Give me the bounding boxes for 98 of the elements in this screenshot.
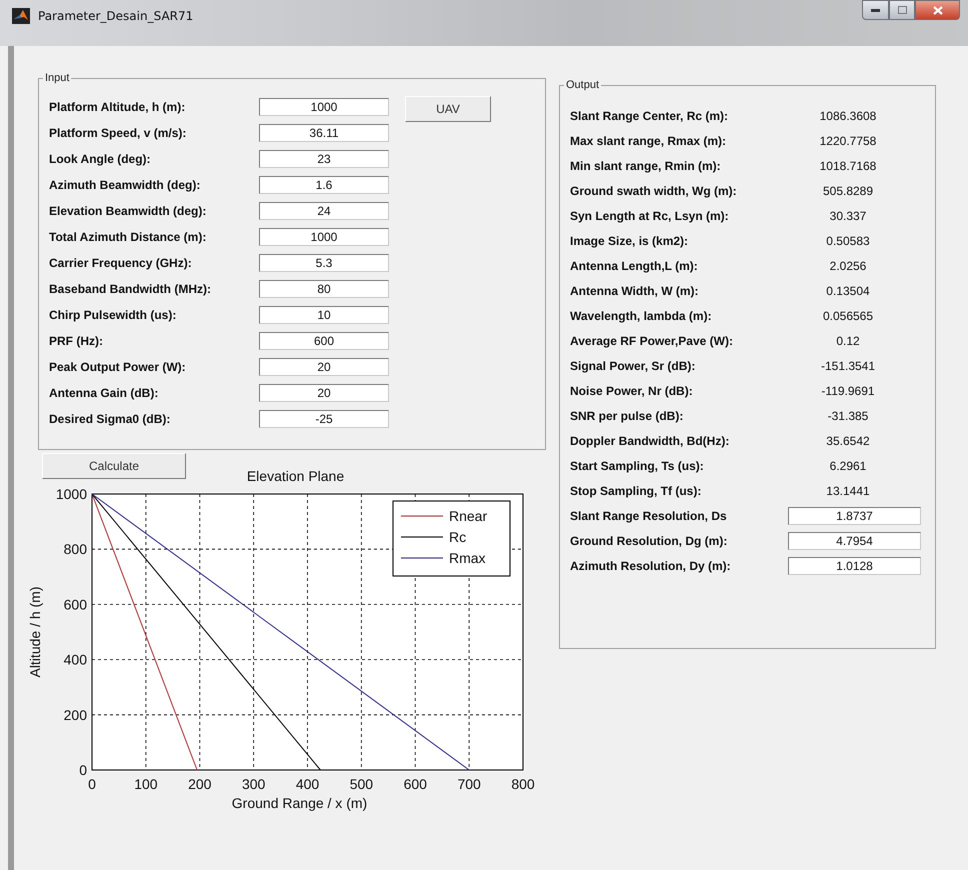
axis-tick-label: 200 — [188, 776, 212, 792]
field-label: Carrier Frequency (GHz): — [49, 256, 193, 270]
input-field[interactable]: 600 — [259, 332, 389, 350]
axis-tick-label: 800 — [511, 776, 535, 792]
input-field[interactable]: -25 — [259, 410, 389, 428]
input-field[interactable]: 5.3 — [259, 254, 389, 272]
result-value: 1018.7168 — [818, 158, 878, 172]
input-field[interactable]: 20 — [259, 358, 389, 376]
input-field[interactable]: 80 — [259, 280, 389, 298]
axis-tick-label: 600 — [64, 596, 87, 612]
result-label: Ground Resolution, Dg (m): — [570, 534, 728, 548]
result-value: -151.3541 — [820, 358, 876, 372]
result-label: Image Size, is (km2): — [570, 234, 690, 248]
output-field[interactable]: 4.7954 — [788, 532, 921, 550]
result-value: 505.8289 — [822, 184, 874, 198]
axis-title: Altitude / h (m) — [27, 586, 43, 678]
axis-tick-label: 0 — [88, 776, 96, 792]
app-logo-icon — [12, 8, 30, 24]
legend-label: Rnear — [449, 508, 488, 524]
output-field[interactable]: 1.8737 — [788, 506, 921, 524]
result-value: -119.9691 — [820, 384, 876, 398]
result-value: 0.056565 — [822, 308, 874, 322]
result-label: Min slant range, Rmin (m): — [570, 158, 722, 172]
result-value: 1220.7758 — [818, 134, 878, 148]
result-label: Max slant range, Rmax (m): — [570, 134, 728, 148]
field-label: Platform Speed, v (m/s): — [49, 126, 188, 140]
result-label: SNR per pulse (dB): — [570, 408, 684, 422]
axis-tick-label: 600 — [404, 776, 427, 792]
legend-line — [400, 536, 444, 538]
result-value: 0.12 — [835, 334, 861, 348]
field-label: Platform Altitude, h (m): — [49, 100, 186, 114]
result-value: 6.2961 — [828, 458, 868, 472]
close-button[interactable] — [915, 0, 960, 20]
result-label: Signal Power, Sr (dB): — [570, 358, 696, 372]
maximize-button[interactable] — [889, 0, 915, 20]
input-field[interactable]: 23 — [259, 150, 389, 168]
result-label: Azimuth Resolution, Dy (m): — [570, 558, 732, 572]
axis-tick-label: 400 — [64, 652, 87, 668]
result-label: Average RF Power,Pave (W): — [570, 334, 734, 348]
result-value: 0.50583 — [825, 234, 871, 248]
field-label: PRF (Hz): — [49, 334, 104, 348]
result-value: 2.0256 — [828, 258, 868, 272]
panel-title: Output — [565, 79, 600, 91]
legend-label: Rc — [449, 529, 466, 545]
input-field[interactable]: 1000 — [259, 228, 389, 246]
field-label: Antenna Gain (dB): — [49, 386, 160, 400]
result-label: Antenna Length,L (m): — [570, 258, 699, 272]
axis-tick-label: 300 — [242, 776, 266, 792]
result-value: -31.385 — [826, 408, 870, 422]
field-label: Elevation Beamwidth (deg): — [49, 204, 208, 218]
maximize-icon — [898, 6, 906, 14]
axis-tick-label: 200 — [64, 706, 87, 723]
result-label: Slant Range Center, Rc (m): — [570, 108, 730, 122]
output-field[interactable]: 1.0128 — [788, 556, 921, 574]
legend-label: Rmax — [449, 550, 486, 566]
field-label: Desired Sigma0 (dB): — [49, 412, 172, 426]
panel-title: Input — [44, 72, 70, 84]
result-label: Stop Sampling, Tf (us): — [570, 484, 702, 498]
input-field[interactable]: 20 — [259, 384, 389, 402]
field-label: Azimuth Beamwidth (deg): — [49, 178, 202, 192]
result-label: Antenna Width, W (m): — [570, 284, 700, 298]
axis-tick-label: 700 — [457, 776, 481, 792]
result-value: 13.1441 — [825, 484, 871, 498]
field-label: Chirp Pulsewidth (us): — [49, 308, 178, 322]
chart-title: Elevation Plane — [246, 468, 344, 484]
result-label: Syn Length at Rc, Lsyn (m): — [570, 208, 730, 222]
calculate-button[interactable]: Calculate — [42, 453, 186, 479]
minimize-button[interactable] — [862, 0, 889, 20]
input-field[interactable]: 1.6 — [259, 176, 389, 194]
minimize-icon — [871, 8, 880, 12]
field-label: Baseband Bandwidth (MHz): — [49, 282, 212, 296]
input-field[interactable]: 1000 — [259, 98, 389, 116]
input-field[interactable]: 10 — [259, 306, 389, 324]
axis-tick-label: 0 — [79, 762, 87, 778]
axis-tick-label: 1000 — [56, 486, 87, 502]
result-value: 1086.3608 — [818, 108, 878, 122]
result-value: 0.13504 — [825, 284, 871, 298]
uav-button[interactable]: UAV — [405, 96, 491, 122]
input-field[interactable]: 36.11 — [259, 124, 389, 142]
axis-title: Ground Range / x (m) — [232, 795, 368, 811]
field-label: Total Azimuth Distance (m): — [49, 230, 208, 244]
result-value: 30.337 — [828, 208, 868, 222]
close-icon — [932, 6, 942, 14]
axis-tick-label: 500 — [350, 776, 374, 792]
axis-tick-label: 800 — [64, 541, 87, 558]
result-label: Noise Power, Nr (dB): — [570, 384, 694, 398]
axis-tick-label: 100 — [134, 776, 158, 792]
axis-tick-label: 400 — [296, 776, 320, 792]
result-value: 35.6542 — [825, 434, 871, 448]
input-field[interactable]: 24 — [259, 202, 389, 220]
result-label: Ground swath width, Wg (m): — [570, 184, 738, 198]
result-label: Doppler Bandwidth, Bd(Hz): — [570, 434, 730, 448]
field-label: Look Angle (deg): — [49, 152, 152, 166]
result-label: Wavelength, lambda (m): — [570, 308, 713, 322]
result-label: Start Sampling, Ts (us): — [570, 458, 705, 472]
field-label: Peak Output Power (W): — [49, 360, 187, 374]
result-label: Slant Range Resolution, Ds — [570, 508, 728, 522]
window-title: Parameter_Desain_SAR71 — [38, 9, 194, 23]
